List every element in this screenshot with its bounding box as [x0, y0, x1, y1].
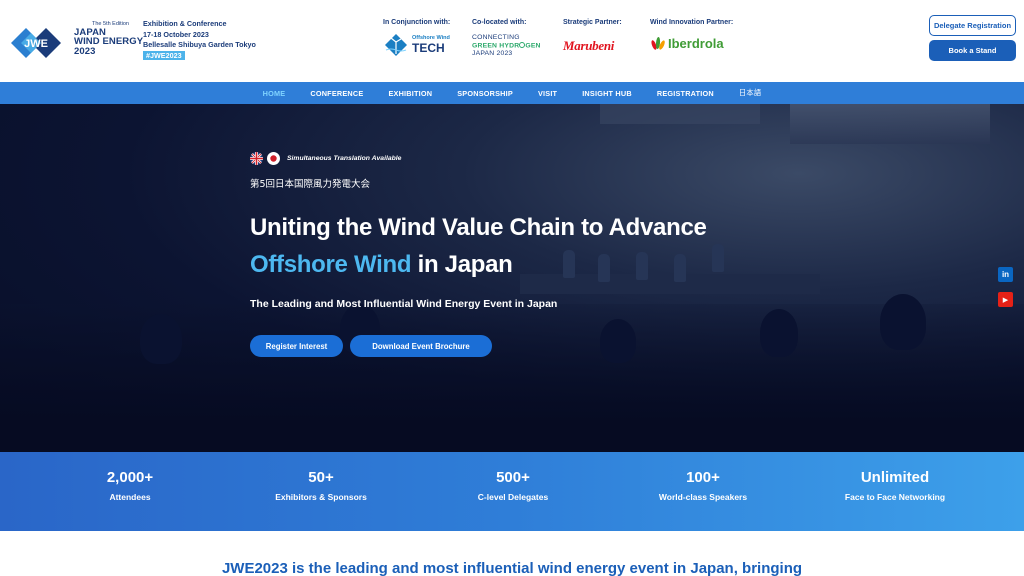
- stat-number: Unlimited: [860, 469, 930, 486]
- hero-banner: Simultaneous Translation Available 第5回日本…: [0, 104, 1024, 452]
- stat-number: 2,000+: [106, 469, 154, 486]
- stats-bar: 2,000+ Attendees 50+ Exhibitors & Sponso…: [0, 452, 1024, 531]
- wind-turbine-icon: [385, 34, 407, 56]
- partner-role: Wind Innovation Partner:: [650, 19, 734, 26]
- site-header: JWE The 5th Edition JAPAN WIND ENERGY 20…: [0, 0, 1024, 82]
- partner-role: Co-located with:: [472, 19, 527, 26]
- stat-label: Attendees: [109, 492, 151, 502]
- audience-head: [760, 309, 798, 357]
- nav-exhibition[interactable]: EXHIBITION: [376, 89, 445, 98]
- stat-speakers: 100+ World-class Speakers: [618, 469, 788, 502]
- uk-flag-icon: [250, 152, 263, 165]
- nav-home[interactable]: HOME: [250, 89, 298, 98]
- stat-exhibitors: 50+ Exhibitors & Sponsors: [236, 469, 406, 502]
- partner-offshore-wind-tech[interactable]: In Conjunction with: Offshore Wind TECH: [383, 19, 450, 56]
- translation-text: Simultaneous Translation Available: [287, 155, 402, 162]
- nav-registration[interactable]: REGISTRATION: [644, 89, 726, 98]
- event-info: Exhibition & Conference 17-18 October 20…: [143, 19, 256, 61]
- translation-notice: Simultaneous Translation Available: [250, 152, 707, 165]
- hydrogen-line-1: CONNECTING: [472, 34, 520, 41]
- stat-label: Exhibitors & Sponsors: [275, 492, 367, 502]
- nav-insight-hub[interactable]: INSIGHT HUB: [570, 89, 645, 98]
- jwe-logo[interactable]: JWE: [7, 24, 65, 62]
- hero-content: Simultaneous Translation Available 第5回日本…: [250, 152, 707, 357]
- partner-role: In Conjunction with:: [383, 19, 451, 26]
- logo-wordmark: The 5th Edition JAPAN WIND ENERGY 2023: [74, 21, 143, 57]
- nav-visit[interactable]: VISIT: [525, 89, 569, 98]
- nav-sponsorship[interactable]: SPONSORSHIP: [445, 89, 526, 98]
- hero-buttons: Register Interest Download Event Brochur…: [250, 335, 707, 357]
- stat-attendees: 2,000+ Attendees: [45, 469, 215, 502]
- stat-number: 100+: [686, 469, 720, 486]
- event-dates: 17-18 October 2023: [143, 29, 209, 39]
- partner-marubeni[interactable]: Strategic Partner: Marubeni: [563, 19, 622, 54]
- hydrogen-line-2b: GEN: [525, 42, 541, 49]
- hero-subtitle: The Leading and Most Influential Wind En…: [250, 298, 558, 310]
- download-brochure-button[interactable]: Download Event Brochure: [350, 335, 492, 357]
- delegate-registration-button[interactable]: Delegate Registration: [929, 15, 1016, 36]
- hydrogen-line-3: JAPAN 2023: [472, 49, 513, 57]
- intro-section: JWE2023 is the leading and most influent…: [0, 531, 1024, 576]
- main-nav: HOME CONFERENCE EXHIBITION SPONSORSHIP V…: [0, 82, 1024, 104]
- audience-head: [880, 294, 926, 350]
- nav-japanese[interactable]: 日本語: [726, 88, 774, 98]
- iberdrola-leaf-icon: [651, 37, 665, 50]
- hero-headline: Uniting the Wind Value Chain to Advance …: [250, 209, 707, 283]
- register-interest-button[interactable]: Register Interest: [250, 335, 343, 357]
- headline-line-1: Uniting the Wind Value Chain to Advance: [250, 214, 707, 241]
- hydrogen-line-2a: GREEN HYDR: [472, 42, 520, 49]
- stat-number: 50+: [308, 469, 334, 486]
- stat-label: Face to Face Networking: [844, 492, 946, 502]
- audience-head: [140, 314, 182, 364]
- marubeni-logo: Marubeni: [563, 38, 615, 53]
- iberdrola-logo: Iberdrola: [668, 36, 724, 51]
- event-venue: Bellesalle Shibuya Garden Tokyo: [143, 40, 256, 49]
- stat-number: 500+: [496, 469, 530, 486]
- headline-accent: Offshore Wind: [250, 251, 412, 278]
- background-speaker: [712, 244, 724, 272]
- linkedin-icon[interactable]: in: [998, 267, 1013, 282]
- partner-logo-big: TECH: [412, 40, 445, 55]
- partner-role: Strategic Partner:: [563, 19, 622, 26]
- partner-iberdrola[interactable]: Wind Innovation Partner: Iberdrola: [650, 19, 733, 51]
- youtube-icon[interactable]: ▶: [998, 292, 1013, 307]
- nav-conference[interactable]: CONFERENCE: [298, 89, 376, 98]
- japanese-event-title: 第5回日本国際風力発電大会: [250, 179, 371, 190]
- headline-line-2: in Japan: [411, 251, 513, 278]
- stat-label: C-level Delegates: [477, 492, 549, 502]
- partner-green-hydrogen[interactable]: Co-located with: CONNECTING GREEN HYDR GE…: [472, 19, 541, 57]
- stat-label: World-class Speakers: [658, 492, 748, 502]
- stat-delegates: 500+ C-level Delegates: [428, 469, 598, 502]
- event-type: Exhibition & Conference: [143, 19, 227, 28]
- stat-networking: Unlimited Face to Face Networking: [810, 469, 980, 502]
- logo-mark: JWE: [24, 38, 48, 50]
- intro-heading: JWE2023 is the leading and most influent…: [221, 560, 803, 576]
- logo-line-3: 2023: [74, 45, 96, 57]
- book-a-stand-button[interactable]: Book a Stand: [929, 40, 1016, 61]
- background-screen: [790, 104, 990, 144]
- background-screen: [600, 104, 760, 124]
- japan-flag-icon: [267, 152, 280, 165]
- event-hashtag: #JWE2023: [143, 50, 185, 60]
